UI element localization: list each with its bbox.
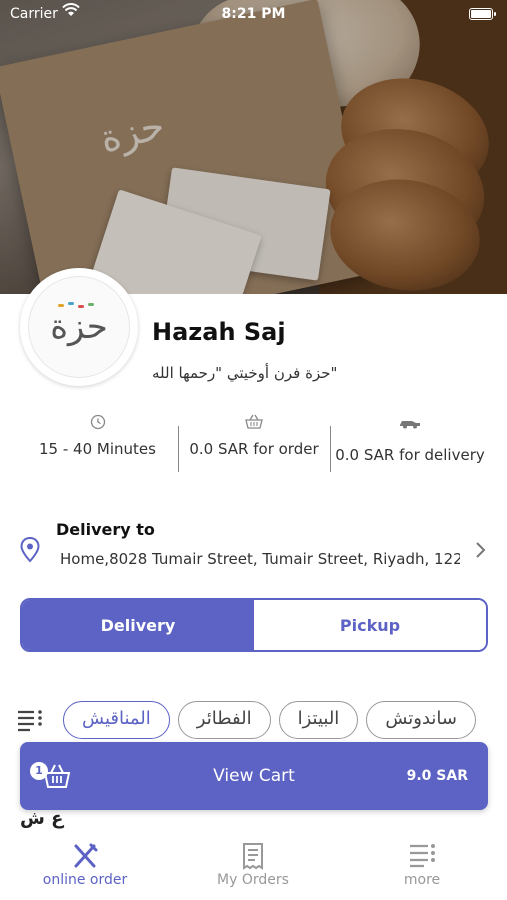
delivery-tab-button[interactable]: Delivery — [22, 600, 254, 650]
basket-icon — [180, 414, 328, 440]
tab-label: My Orders — [217, 872, 289, 888]
menu-list-icon — [367, 842, 477, 872]
chevron-right-icon[interactable] — [474, 540, 486, 564]
divider — [178, 426, 179, 472]
stat-time-text: 15 - 40 Minutes — [39, 440, 156, 458]
logo-dots — [58, 302, 98, 310]
fork-knife-icon — [30, 842, 140, 872]
view-cart-button[interactable]: 1 View Cart 9.0 SAR — [20, 742, 488, 810]
category-chip[interactable]: المناقيش — [63, 701, 170, 739]
pickup-tab-button[interactable]: Pickup — [254, 600, 486, 650]
category-list-icon[interactable] — [16, 708, 44, 732]
tab-more[interactable]: more — [367, 842, 477, 888]
category-chip[interactable]: ساندوتش — [366, 701, 476, 739]
delivery-address[interactable]: Home,8028 Tumair Street, Tumair Street, … — [60, 550, 460, 568]
tab-my-orders[interactable]: My Orders — [198, 842, 308, 888]
stat-min-order-text: 0.0 SAR for order — [189, 440, 319, 458]
hero-shade — [0, 0, 507, 294]
battery-icon — [469, 8, 496, 20]
bottom-tab-bar: online order My Orders more — [0, 830, 507, 900]
tab-label: more — [403, 872, 441, 888]
delivery-to-title: Delivery to — [56, 520, 155, 539]
car-icon — [330, 414, 490, 440]
restaurant-subtitle: حزة فرن أوخيتي "رحمها الله" — [152, 364, 338, 382]
stat-delivery-fee-text: 0.0 SAR for delivery — [335, 446, 485, 464]
stat-delivery-time: 15 - 40 Minutes — [20, 402, 175, 458]
order-type-toggle: Delivery Pickup — [20, 598, 488, 652]
category-chip[interactable]: الفطائر — [177, 701, 271, 739]
receipt-icon — [198, 842, 308, 872]
tab-online-order[interactable]: online order — [30, 842, 140, 888]
stat-min-order: 0.0 SAR for order — [180, 402, 328, 458]
menu-section-peek: ع ش — [20, 808, 64, 829]
category-chip[interactable]: البيتزا — [278, 701, 359, 739]
status-time: 8:21 PM — [221, 6, 286, 22]
hero-image: حزة — [0, 0, 507, 294]
category-chips: المناقيش الفطائر البيتزا ساندوتش — [63, 701, 507, 741]
stat-delivery-fee: 0.0 SAR for delivery — [330, 402, 490, 464]
cart-total: 9.0 SAR — [406, 768, 468, 784]
logo-inner: حزة — [28, 276, 130, 378]
clock-icon — [20, 414, 175, 440]
location-pin-icon — [20, 536, 40, 563]
status-bar: Carrier 8:21 PM — [0, 0, 507, 28]
restaurant-stats: 15 - 40 Minutes 0.0 SAR for order 0.0 SA… — [0, 402, 507, 482]
logo-text: حزة — [50, 307, 108, 347]
tab-label: online order — [42, 872, 128, 888]
restaurant-logo: حزة — [20, 268, 138, 386]
restaurant-name: Hazah Saj — [152, 318, 286, 346]
